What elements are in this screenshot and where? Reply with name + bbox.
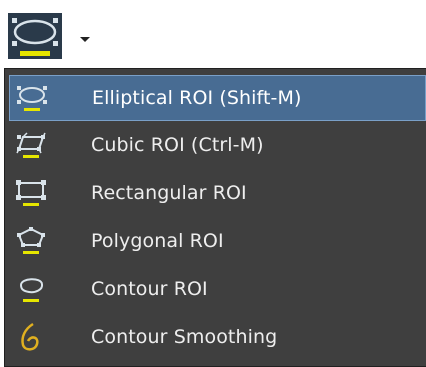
roi-tool-button[interactable] [6, 6, 106, 66]
menu-item-rectangular-roi[interactable]: Rectangular ROI [5, 169, 426, 217]
menu-item-label: Contour Smoothing [91, 326, 278, 348]
menu-item-label: Rectangular ROI [91, 182, 247, 204]
menu-item-label: Contour ROI [91, 278, 208, 300]
menu-item-label: Cubic ROI (Ctrl-M) [91, 134, 264, 156]
menu-item-label: Elliptical ROI (Shift-M) [92, 87, 302, 109]
elliptical-roi-icon [8, 13, 62, 59]
menu-item-polygonal-roi[interactable]: Polygonal ROI [5, 217, 426, 265]
roi-dropdown-menu: Elliptical ROI (Shift-M) Cubic ROI (Ctrl… [4, 68, 426, 367]
rectangular-roi-icon [16, 180, 46, 206]
menu-item-label: Polygonal ROI [91, 230, 224, 252]
contour-smoothing-icon [21, 322, 39, 351]
elliptical-roi-icon [17, 86, 47, 111]
dropdown-arrow-icon[interactable] [78, 32, 92, 46]
polygonal-roi-icon [17, 227, 45, 254]
cubic-roi-icon [16, 132, 46, 158]
menu-item-elliptical-roi[interactable]: Elliptical ROI (Shift-M) [9, 75, 426, 121]
menu-item-contour-smoothing[interactable]: Contour Smoothing [5, 313, 426, 361]
menu-item-contour-roi[interactable]: Contour ROI [5, 265, 426, 313]
contour-roi-icon [19, 278, 44, 302]
menu-item-cubic-roi[interactable]: Cubic ROI (Ctrl-M) [5, 121, 426, 169]
